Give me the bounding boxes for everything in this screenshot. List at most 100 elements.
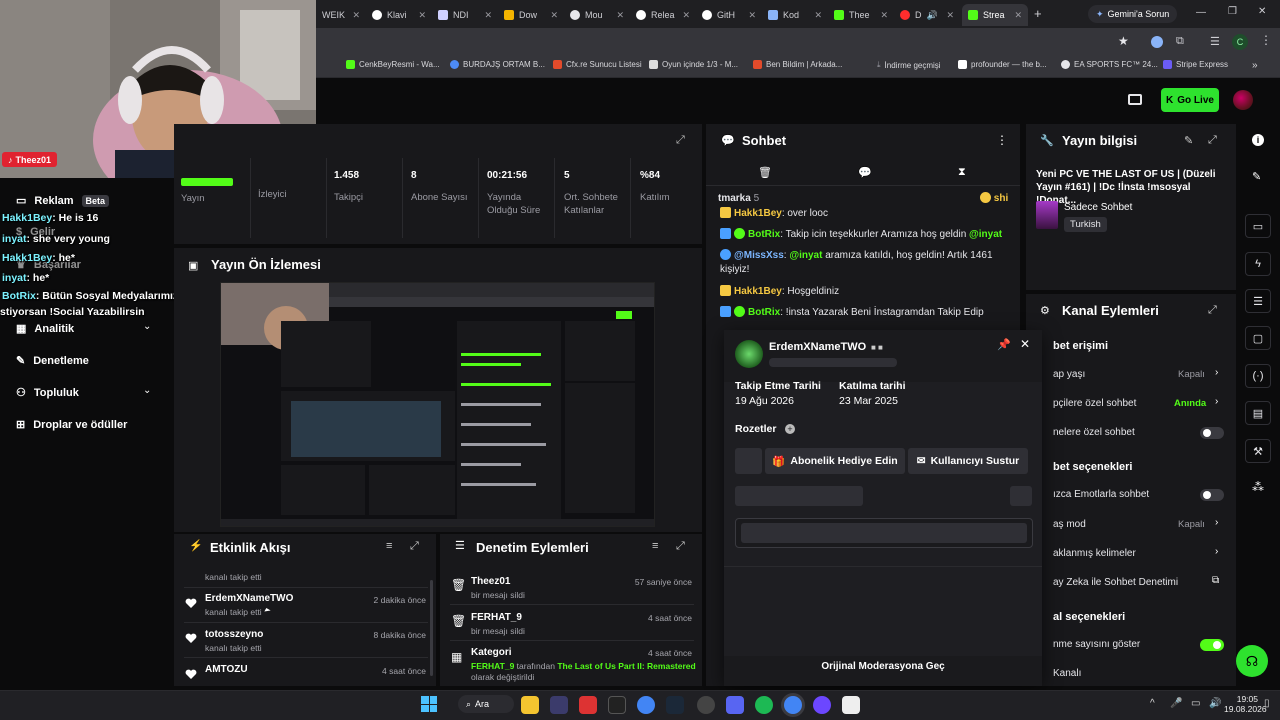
more-actions-button[interactable] <box>735 448 762 474</box>
setting-label[interactable]: pçilere özel sohbet <box>1053 398 1136 409</box>
browser-tab[interactable]: Relea ✕ <box>630 4 696 26</box>
display-icon[interactable]: ▭ <box>1191 698 1200 709</box>
toggle-switch[interactable] <box>1200 427 1224 439</box>
nav-analitik[interactable]: ▦ Analitik <box>16 322 74 336</box>
activity-user[interactable]: AMTOZU <box>205 664 248 675</box>
activity-user[interactable]: totosszeyno <box>205 629 263 640</box>
save-icon[interactable]: ▤ <box>1245 401 1271 425</box>
chevron-right-icon[interactable]: › <box>1215 546 1218 557</box>
message-icon[interactable]: 💬 <box>858 166 872 179</box>
info-icon[interactable]: i <box>1252 134 1264 146</box>
close-icon[interactable]: ✕ <box>550 10 558 21</box>
browser-tab[interactable]: Kod ✕ <box>762 4 828 26</box>
chevron-right-icon[interactable]: › <box>1215 396 1218 407</box>
steam-icon[interactable] <box>666 696 684 714</box>
popout-icon[interactable]: ⤢ <box>676 134 685 147</box>
app-icon[interactable] <box>579 696 597 714</box>
close-icon[interactable]: ✕ <box>946 10 954 21</box>
browser-tab[interactable]: Dow ✕ <box>498 4 564 26</box>
new-tab-icon[interactable]: + <box>1034 6 1042 21</box>
start-icon[interactable] <box>421 696 437 712</box>
tab-search-icon[interactable]: ☰ <box>1210 35 1220 48</box>
profile-avatar[interactable]: C <box>1232 34 1248 50</box>
star-icon[interactable]: ★ <box>1118 34 1129 48</box>
taskbar-search[interactable]: ⌕ Ara <box>458 695 514 713</box>
chrome-active-icon[interactable] <box>784 696 802 714</box>
app-icon[interactable] <box>550 696 568 714</box>
bookmark[interactable]: BURDAJŞ ORTAM B... <box>450 60 545 69</box>
tray-chevron-icon[interactable]: ^ <box>1150 698 1155 709</box>
mod-user[interactable]: FERHAT_9 <box>471 612 522 623</box>
setting-label[interactable]: aş mod <box>1053 519 1086 530</box>
chevron-right-icon[interactable]: › <box>1215 517 1218 528</box>
close-icon[interactable]: ✕ <box>484 10 492 21</box>
volume-icon[interactable]: 🔊 <box>1209 698 1221 709</box>
file-explorer-icon[interactable] <box>521 696 539 714</box>
close-icon[interactable]: ✕ <box>814 10 822 21</box>
setting-label[interactable]: ap yaşı <box>1053 369 1085 380</box>
theater-icon[interactable] <box>1128 94 1142 105</box>
minimize-icon[interactable]: — <box>1196 7 1206 18</box>
close-icon[interactable]: ✕ <box>748 10 756 21</box>
mod-user[interactable]: Theez01 <box>471 576 510 587</box>
puzzle-icon[interactable]: ⧉ <box>1176 35 1184 48</box>
spotify-icon[interactable] <box>755 696 773 714</box>
nav-reklam[interactable]: ▭ Reklam Beta <box>16 194 110 207</box>
nav-denetleme[interactable]: ✎ Denetleme <box>16 354 89 368</box>
chrome-icon[interactable] <box>637 696 655 714</box>
close-icon[interactable]: ✕ <box>682 10 690 21</box>
list-icon[interactable]: ☰ <box>1245 289 1271 313</box>
popout-icon[interactable]: ⤢ <box>1208 134 1217 147</box>
broadcast-icon[interactable]: (·) <box>1245 364 1271 388</box>
browser-tab[interactable]: D 🔊 ✕ <box>894 4 960 26</box>
bookmark[interactable]: ⤓ İndirme geçmişi <box>877 60 941 70</box>
nodes-icon[interactable]: ⁂ <box>1252 480 1264 494</box>
filter-icon[interactable]: ≡ <box>386 540 392 552</box>
mute-user-button[interactable]: ✉ Kullanıcıyı Sustur <box>908 448 1028 474</box>
support-headset-icon[interactable]: ☊ <box>1236 645 1268 677</box>
popout-icon[interactable]: ⤢ <box>410 540 419 553</box>
close-icon[interactable]: ✕ <box>616 10 624 21</box>
filter-icon[interactable]: ≡ <box>652 540 658 552</box>
obs-icon[interactable] <box>697 696 715 714</box>
hourglass-icon[interactable]: ⧗ <box>958 166 966 179</box>
bookmark[interactable]: Cfx.re Sunucu Listesi <box>553 60 642 69</box>
browser-tab[interactable]: GitH ✕ <box>696 4 762 26</box>
nav-droplar[interactable]: ⊞ Droplar ve ödüller <box>16 418 127 432</box>
category-name[interactable]: Sadece Sohbet <box>1064 202 1132 213</box>
bookmark[interactable]: Stripe Express <box>1163 60 1228 69</box>
lightning-icon[interactable]: ϟ <box>1245 252 1271 276</box>
setting-label[interactable]: Kanalı <box>1053 668 1081 679</box>
bookmark[interactable]: Oyun içinde 1/3 - M... <box>649 60 738 69</box>
close-icon[interactable]: ✕ <box>1014 10 1022 21</box>
bookmark[interactable]: Ben Bildim | Arkada... <box>753 60 842 69</box>
close-icon[interactable]: ✕ <box>418 10 426 21</box>
nav-topluluk[interactable]: ⚇ Topluluk <box>16 386 79 400</box>
browser-tab[interactable]: NDI ✕ <box>432 4 498 26</box>
close-icon[interactable]: ✕ <box>880 10 888 21</box>
avatar[interactable] <box>735 340 763 368</box>
extension-icon[interactable] <box>1151 36 1163 48</box>
toggle-switch[interactable] <box>1200 489 1224 501</box>
browser-tab[interactable]: Klavi ✕ <box>366 4 432 26</box>
notification-icon[interactable]: ▯ <box>1264 698 1270 709</box>
clock[interactable]: 19:05 19.08.2026 <box>1224 694 1267 714</box>
more-bookmarks-icon[interactable]: » <box>1252 60 1258 71</box>
video-icon[interactable]: ▭ <box>1245 214 1271 238</box>
browser-tab[interactable]: Thee ✕ <box>828 4 894 26</box>
external-link-icon[interactable]: ⧉ <box>1212 575 1219 586</box>
speaker-icon[interactable]: 🔊 <box>927 10 938 21</box>
toggle-switch[interactable] <box>1200 639 1224 651</box>
pencil-icon[interactable]: ✎ <box>1252 170 1261 183</box>
popout-icon[interactable]: ⤢ <box>1208 304 1217 317</box>
gift-subscription-button[interactable]: 🎁 Abonelik Hediye Edin <box>765 448 905 474</box>
stream-preview-video[interactable] <box>220 282 655 527</box>
chat-icon[interactable]: ▢ <box>1245 326 1271 350</box>
category-thumbnail[interactable] <box>1036 201 1058 229</box>
trash-icon[interactable]: 🗑 <box>758 166 772 179</box>
browser-tab[interactable]: WEIK ✕ <box>316 4 366 26</box>
close-window-icon[interactable]: ✕ <box>1258 6 1266 17</box>
discord-icon[interactable] <box>726 696 744 714</box>
mic-icon[interactable]: 🎤 <box>1170 698 1182 709</box>
avatar[interactable] <box>1233 90 1253 110</box>
